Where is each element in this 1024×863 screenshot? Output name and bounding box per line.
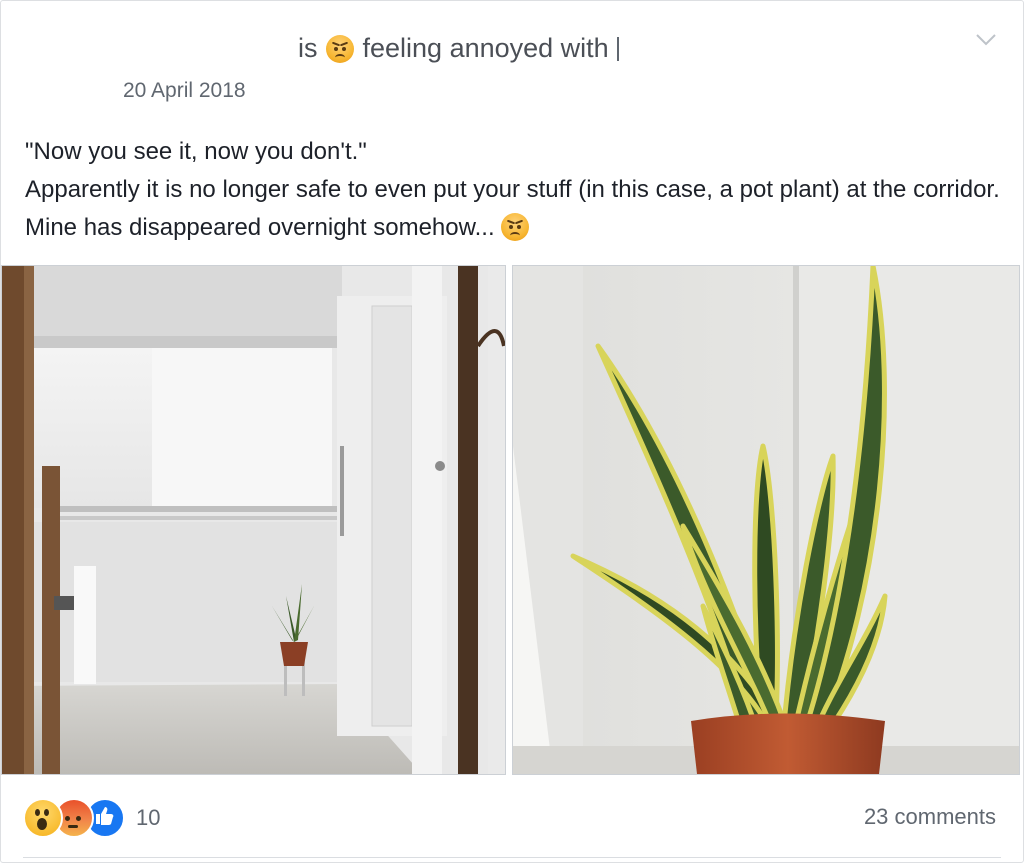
angry-face-icon — [325, 34, 354, 63]
chevron-down-icon[interactable] — [975, 33, 997, 47]
post-photo-corridor[interactable] — [1, 265, 506, 775]
feeling-text: feeling annoyed with — [362, 33, 609, 63]
post-text-line-1: "Now you see it, now you don't." — [25, 138, 367, 165]
text-cursor — [616, 36, 619, 61]
post-body: "Now you see it, now you don't." Apparen… — [25, 133, 1005, 247]
wow-reaction-icon — [23, 798, 63, 838]
reaction-count: 10 — [136, 805, 161, 830]
post-text-line-2: Apparently it is no longer safe to even … — [25, 176, 1000, 241]
post-card: is feeling annoyed with 20 April 2018 "N… — [0, 0, 1024, 863]
divider — [23, 857, 1001, 858]
reactions-summary[interactable]: 10 — [23, 798, 160, 838]
post-header: is feeling annoyed with — [298, 33, 619, 64]
angry-face-icon — [500, 213, 529, 241]
status-prefix: is — [298, 33, 318, 63]
post-timestamp[interactable]: 20 April 2018 — [123, 79, 246, 103]
comments-count-link[interactable]: 23 comments — [864, 804, 996, 830]
post-photo-snake-plant[interactable] — [512, 265, 1020, 775]
